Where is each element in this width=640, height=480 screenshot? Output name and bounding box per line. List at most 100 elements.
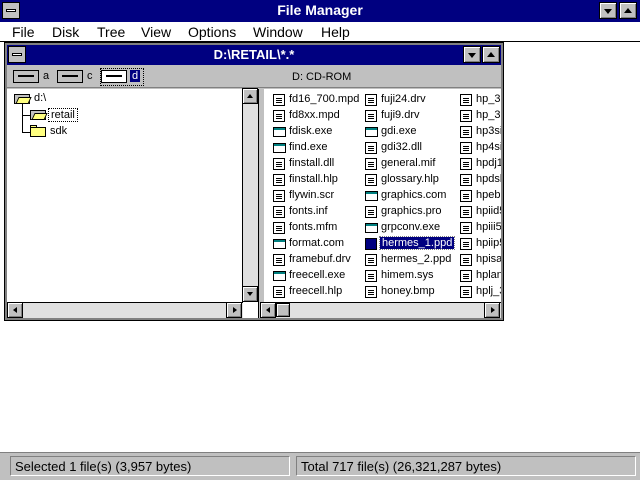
file-name: hermes_1.ppd [378,236,456,250]
document-icon [273,222,285,234]
file-name: grpconv.exe [381,221,441,233]
file-name: hp4si6 [476,141,501,153]
scroll-right-button[interactable] [484,302,500,318]
status-selected: Selected 1 file(s) (3,957 bytes) [10,456,290,476]
document-icon [460,126,472,138]
program-icon [365,127,378,137]
folder-icon [30,125,46,137]
document-icon [365,158,377,170]
file-name: flywin.scr [289,189,335,201]
file-name: fuji9.drv [381,109,420,121]
program-icon [273,127,286,137]
tree-item-sdk[interactable]: sdk [50,125,67,137]
folder-open-icon [30,108,48,120]
program-icon [273,143,286,153]
status-total: Total 717 file(s) (26,321,287 bytes) [296,456,636,476]
file-name: freecell.exe [289,269,346,281]
file-name: gdi32.dll [381,141,422,153]
scroll-right-button[interactable] [226,302,242,318]
file-name: hpiii52 [476,221,501,233]
child-minimize-button[interactable] [463,46,481,63]
menu-window[interactable]: Window [253,24,303,40]
document-icon [365,206,377,218]
file-name: fd8xx.mpd [289,109,340,121]
menu-tree[interactable]: Tree [97,24,125,40]
file-name: format.com [289,237,345,249]
document-icon [273,190,285,202]
drive-label: D: CD-ROM [292,71,352,83]
arrow-down-icon [247,292,253,296]
tree-root[interactable]: d:\ [34,92,46,104]
scroll-left-button[interactable] [260,302,276,318]
file-name: himem.sys [381,269,434,281]
menu-disk[interactable]: Disk [52,24,79,40]
file-name: graphics.com [381,189,447,201]
maximize-icon [487,52,495,57]
document-icon [365,286,377,298]
file-name: fd16_700.mpd [289,93,360,105]
document-icon [273,174,285,186]
file-name: glossary.hlp [381,173,439,185]
file-name: gdi.exe [381,125,417,137]
drive-letter: d [130,70,141,82]
document-icon [365,254,377,266]
document-icon [273,94,285,106]
app-title-bar[interactable]: File Manager [0,0,640,22]
app-title: File Manager [277,2,363,18]
document-icon [460,190,472,202]
maximize-button[interactable] [619,2,637,19]
file-icon [365,238,377,250]
program-icon [273,271,286,281]
drive-a[interactable]: a [13,69,55,85]
directory-window: D:\RETAIL\*.* a c d D: CD-ROM d:\ retail… [4,42,504,321]
file-name: graphics.pro [381,205,442,217]
file-name: hpdskj [476,173,501,185]
drive-letter: a [43,70,50,82]
menu-file[interactable]: File [12,24,35,40]
document-icon [460,142,472,154]
scroll-down-button[interactable] [242,286,258,302]
program-icon [365,223,378,233]
document-icon [365,174,377,186]
drive-c[interactable]: c [57,69,99,85]
document-icon [460,238,472,250]
file-name: hpiid52 [476,205,501,217]
arrow-left-icon [13,307,17,313]
minimize-button[interactable] [599,2,617,19]
file-name: find.exe [289,141,328,153]
document-icon [460,94,472,106]
child-maximize-button[interactable] [482,46,500,63]
arrow-up-icon [247,94,253,98]
tree-vertical-scrollbar[interactable] [242,88,258,302]
directory-title-bar[interactable]: D:\RETAIL\*.* [7,45,501,65]
tree-item-retail[interactable]: retail [48,108,78,122]
scroll-up-button[interactable] [242,88,258,104]
file-name: fdisk.exe [289,125,333,137]
file-name: hplanb [476,269,501,281]
document-icon [365,94,377,106]
file-horizontal-scrollbar[interactable] [260,302,501,318]
document-icon [273,206,285,218]
menu-help[interactable]: Help [321,24,350,40]
scroll-left-button[interactable] [7,302,23,318]
file-name: hpiip52 [476,237,501,249]
program-icon [365,191,378,201]
status-bar: Selected 1 file(s) (3,957 bytes) Total 7… [0,452,640,480]
document-icon [460,174,472,186]
document-icon [460,286,472,298]
file-name: hp_3p [476,109,501,121]
file-name: finstall.hlp [289,173,338,185]
menu-options[interactable]: Options [188,24,236,40]
program-icon [273,239,286,249]
arrow-right-icon [233,307,237,313]
directory-title: D:\RETAIL\*.* [213,47,295,62]
file-name: hpdj12 [476,157,501,169]
minimize-icon [604,9,612,14]
drive-d[interactable]: d [100,68,144,86]
menu-bar: File Disk Tree View Options Window Help [0,22,640,42]
tree-horizontal-scrollbar[interactable] [7,302,243,318]
scroll-thumb[interactable] [276,303,290,317]
floppy-drive-icon [13,70,39,83]
directory-tree: d:\ retail sdk [7,88,259,318]
menu-view[interactable]: View [141,24,171,40]
